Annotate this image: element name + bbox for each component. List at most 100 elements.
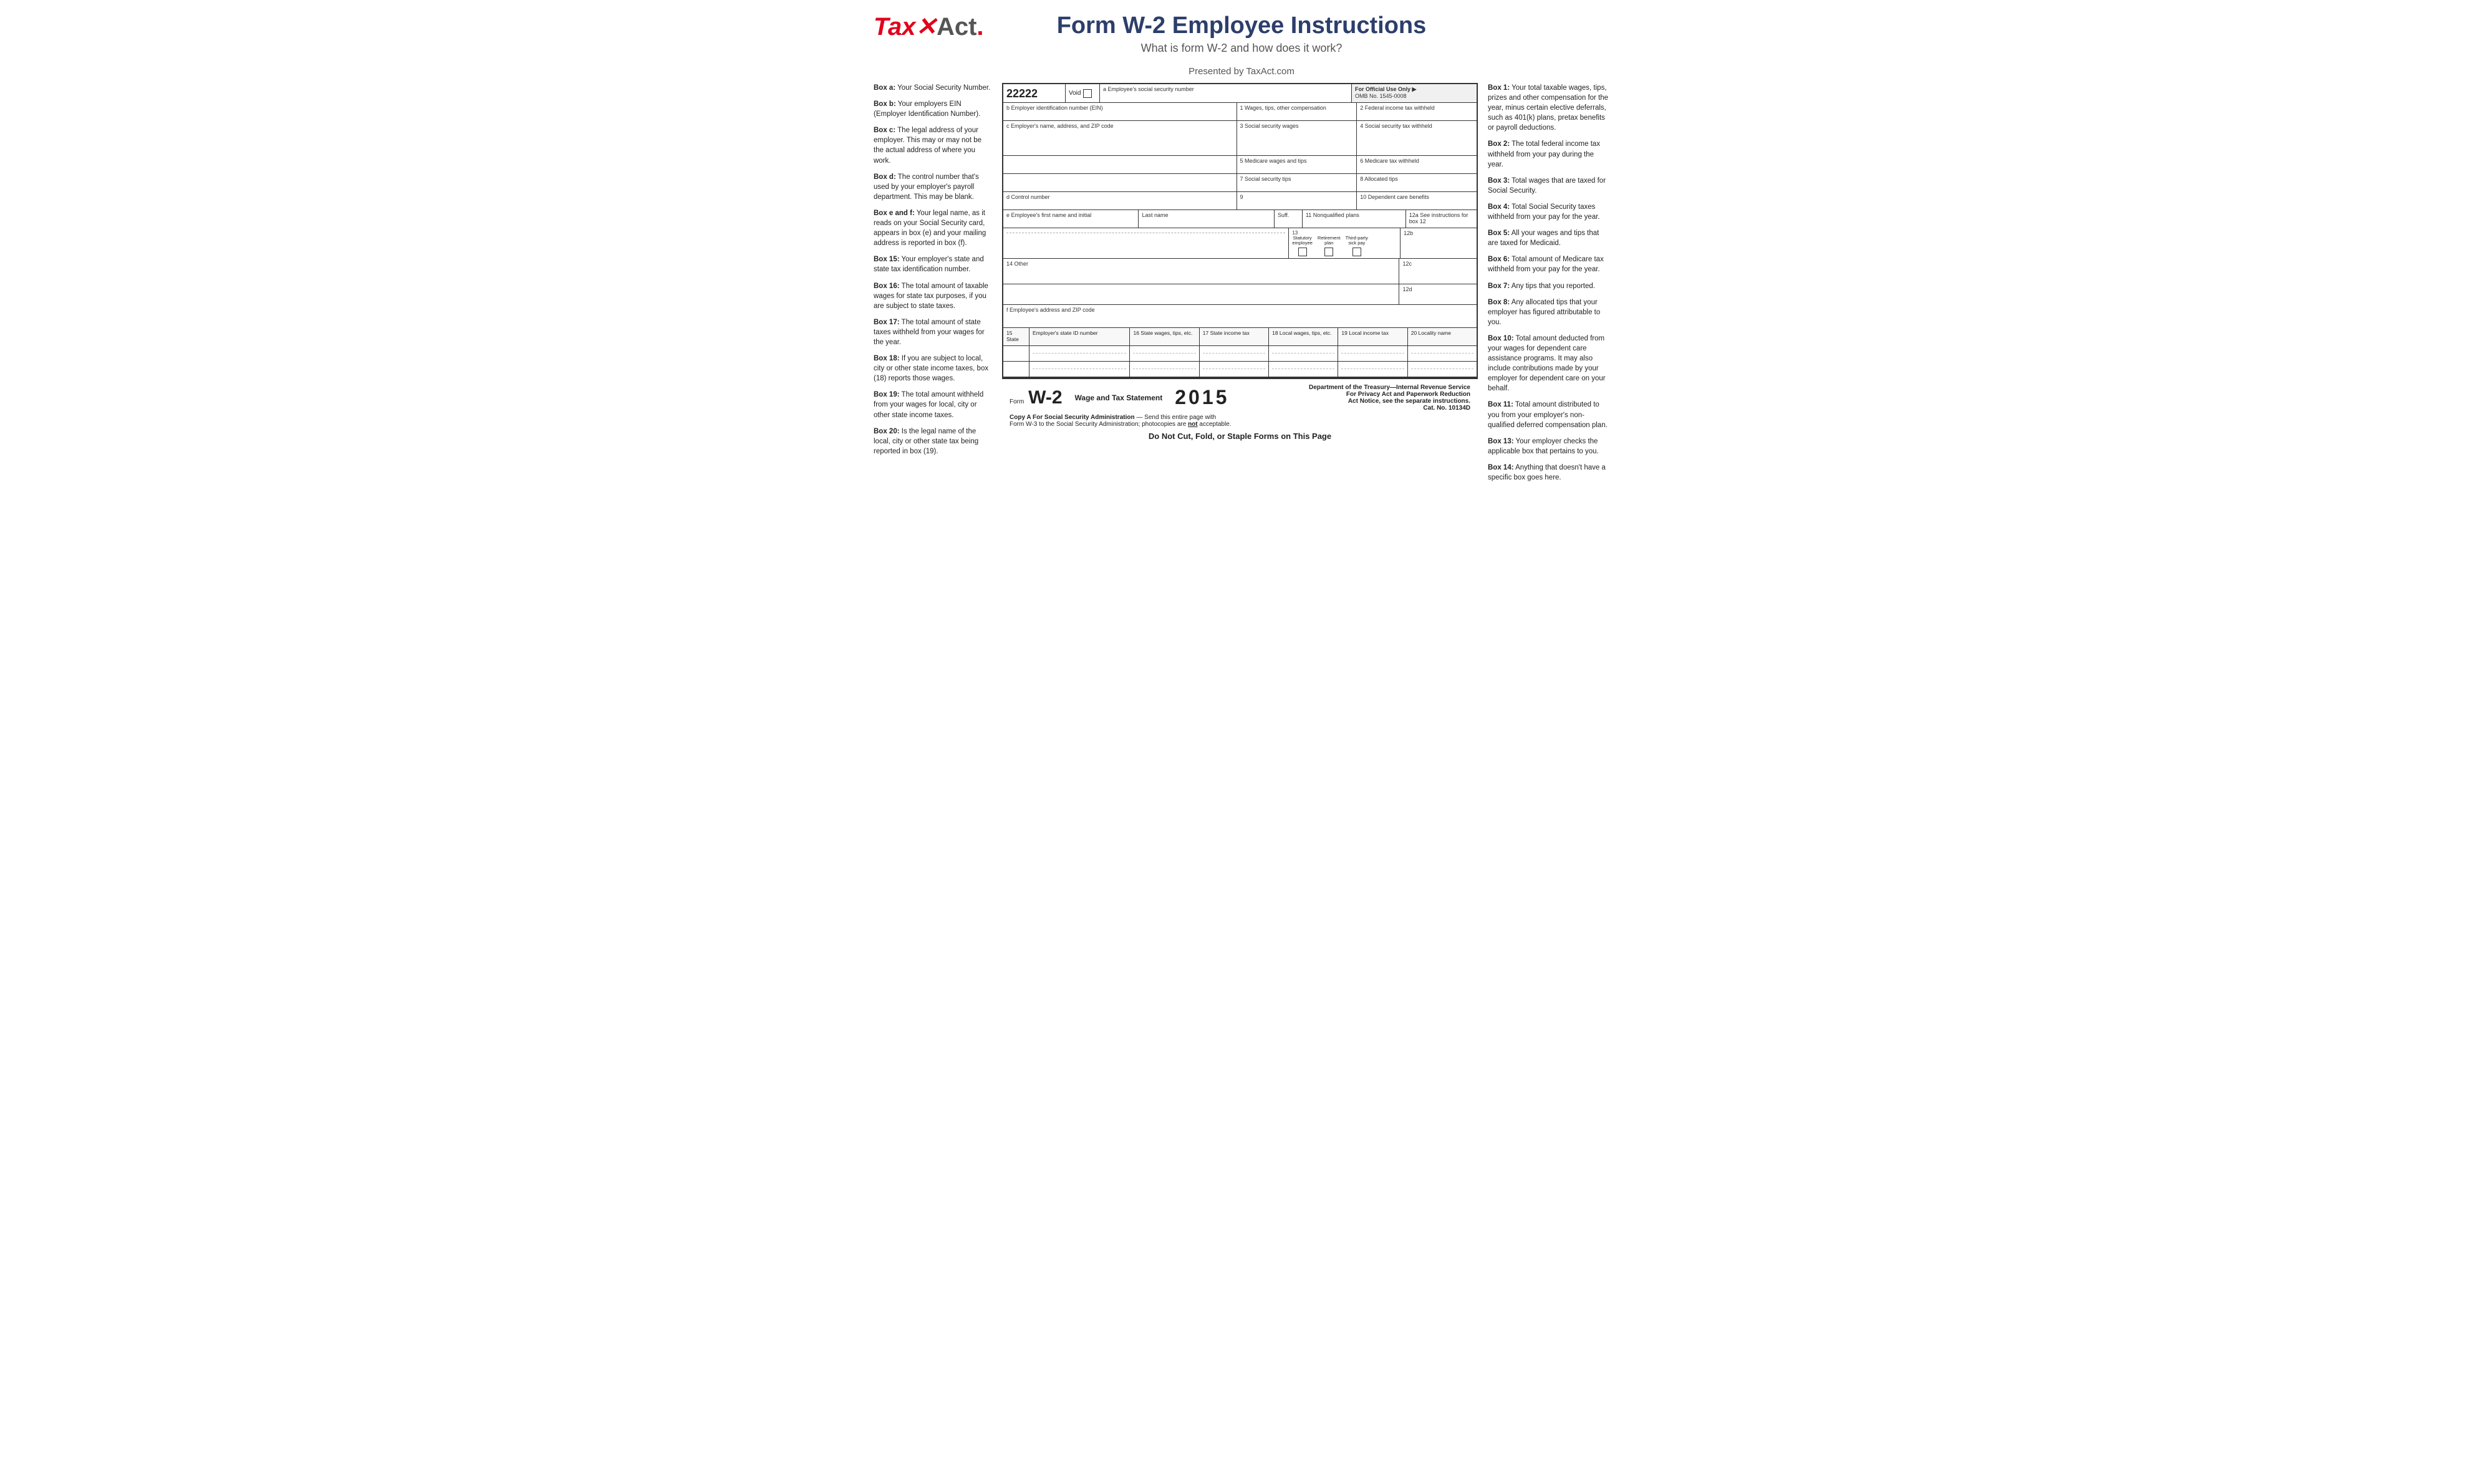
cell-official-use: For Official Use Only ▶ OMB No. 1545-000… xyxy=(1352,84,1477,102)
logo: Tax✕Act. xyxy=(874,12,984,41)
footer-donotcut: Do Not Cut, Fold, or Staple Forms on Thi… xyxy=(1010,431,1470,441)
cell-state-income-val1 xyxy=(1200,346,1269,361)
sidebar-item-box-14: Box 14: Anything that doesn't have a spe… xyxy=(1488,463,1609,483)
cell-state-id: Employer's state ID number xyxy=(1029,328,1130,345)
retirement-checkbox-group: Retirementplan xyxy=(1318,236,1341,256)
official-use-label: For Official Use Only ▶ xyxy=(1355,86,1473,93)
box-20-label: Box 20: xyxy=(874,428,900,435)
cell-employer-name: c Employer's name, address, and ZIP code xyxy=(1003,121,1237,155)
sidebar-item-box-d: Box d: The control number that's used by… xyxy=(874,172,992,202)
sidebar-item-box-a: Box a: Your Social Security Number. xyxy=(874,83,992,93)
cell-state-id-val1 xyxy=(1029,346,1130,361)
cell-local-wages-val2 xyxy=(1269,362,1338,377)
box12c-label: 12c xyxy=(1402,261,1473,267)
sidebar-item-box-5: Box 5: All your wages and tips that are … xyxy=(1488,228,1609,248)
sidebar-item-box-2: Box 2: The total federal income tax with… xyxy=(1488,139,1609,169)
form-row-10: 12d xyxy=(1003,284,1477,305)
cell-state-wages: 16 State wages, tips, etc. xyxy=(1130,328,1199,345)
dep-care-label: 10 Dependent care benefits xyxy=(1360,194,1473,200)
cell-state-income-val2 xyxy=(1200,362,1269,377)
footer-copy-label: Copy A For Social Security Administratio… xyxy=(1010,414,1135,421)
footer-w2-label: W-2 xyxy=(1028,387,1062,408)
cell-local-income-val1 xyxy=(1338,346,1407,361)
box9-label: 9 xyxy=(1240,194,1354,200)
logo-x-icon: ✕ xyxy=(915,12,937,41)
void-label: Void xyxy=(1069,90,1081,97)
box-6-label: Box 6: xyxy=(1488,256,1510,263)
emp-firstname-label: e Employee's first name and initial xyxy=(1006,212,1135,218)
form-row-state-data-2 xyxy=(1003,362,1477,377)
box-7-label: Box 7: xyxy=(1488,282,1510,290)
cell-12c: 12c xyxy=(1399,259,1477,284)
footer-copy-line2-end: acceptable. xyxy=(1199,421,1231,428)
footer-dept: Department of the Treasury—Internal Reve… xyxy=(1309,384,1470,391)
cell-wages: 1 Wages, tips, other compensation xyxy=(1237,103,1357,120)
void-checkbox[interactable] xyxy=(1083,89,1092,98)
sidebar-item-box-20: Box 20: Is the legal name of the local, … xyxy=(874,426,992,456)
checkboxes-group: Statutoryemployee Retirementplan Third-p… xyxy=(1292,236,1397,256)
page-header: Tax✕Act. Form W-2 Employee Instructions … xyxy=(874,12,1609,55)
form-row-11: f Employee's address and ZIP code xyxy=(1003,305,1477,328)
emp-lastname-label: Last name xyxy=(1142,212,1270,218)
footer-right: Department of the Treasury—Internal Reve… xyxy=(1309,384,1470,412)
box-1-label: Box 1: xyxy=(1488,84,1510,92)
cell-void: Void xyxy=(1066,84,1100,102)
cell-locality-val1 xyxy=(1408,346,1477,361)
footer-copy-text: — Send this entire page with xyxy=(1136,414,1216,421)
cell-emp-lastname: Last name xyxy=(1139,210,1274,228)
box-15-label: Box 15: xyxy=(874,256,900,263)
cell-state-id-val2 xyxy=(1029,362,1130,377)
footer-not: not xyxy=(1188,421,1198,428)
ein-label: b Employer identification number (EIN) xyxy=(1006,105,1233,111)
box-ef-label: Box e and f: xyxy=(874,210,915,217)
ssn-label: a Employee's social security number xyxy=(1103,86,1348,92)
logo-tax: Tax xyxy=(874,13,915,41)
box-7-text: Any tips that you reported. xyxy=(1511,282,1595,290)
sidebar-item-box-13: Box 13: Your employer checks the applica… xyxy=(1488,436,1609,456)
cell-state-wages-val1 xyxy=(1130,346,1199,361)
cell-locality: 20 Locality name xyxy=(1408,328,1477,345)
thirdparty-checkbox-group: Third-partysick pay xyxy=(1346,236,1368,256)
box-d-label: Box d: xyxy=(874,173,896,181)
box-8-label: Box 8: xyxy=(1488,299,1510,306)
box14-label: 14 Other xyxy=(1006,261,1396,267)
state-id-label: Employer's state ID number xyxy=(1033,330,1098,336)
footer-act-notice: Act Notice, see the separate instruction… xyxy=(1309,398,1470,405)
box12d-label: 12d xyxy=(1402,286,1473,292)
box-2-label: Box 2: xyxy=(1488,140,1510,148)
sidebar-item-box-8: Box 8: Any allocated tips that your empl… xyxy=(1488,297,1609,327)
omb-label: OMB No. 1545-0008 xyxy=(1355,93,1473,99)
box-13-label: Box 13: xyxy=(1488,438,1514,445)
footer-year: 2015 xyxy=(1175,386,1229,409)
box-11-label: Box 11: xyxy=(1488,401,1513,408)
box-a-label: Box a: xyxy=(874,84,895,92)
w2-brand-block: Form W-2 xyxy=(1010,387,1063,408)
box-5-label: Box 5: xyxy=(1488,229,1510,237)
cell-suff: Suff. xyxy=(1275,210,1303,228)
cell-15-state-val2 xyxy=(1003,362,1029,377)
cell-nonqual: 11 Nonqualified plans xyxy=(1303,210,1406,228)
ss-tax-label: 4 Social security tax withheld xyxy=(1360,123,1473,129)
form-row-3: c Employer's name, address, and ZIP code… xyxy=(1003,121,1477,156)
retirement-checkbox[interactable] xyxy=(1324,248,1333,256)
suff-label: Suff. xyxy=(1278,212,1299,218)
statutory-label: Statutoryemployee xyxy=(1292,236,1313,246)
statutory-checkbox[interactable] xyxy=(1298,248,1307,256)
local-income-label: 19 Local income tax xyxy=(1341,330,1389,336)
form-row-4: 5 Medicare wages and tips 6 Medicare tax… xyxy=(1003,156,1477,174)
form-container: 22222 Void a Employee's social security … xyxy=(1002,83,1478,446)
employer-name-label: c Employer's name, address, and ZIP code xyxy=(1006,123,1233,129)
thirdparty-checkbox[interactable] xyxy=(1352,248,1361,256)
wages-label: 1 Wages, tips, other compensation xyxy=(1240,105,1354,111)
right-sidebar: Box 1: Your total taxable wages, tips, p… xyxy=(1488,83,1609,489)
box-a-text: Your Social Security Number. xyxy=(897,84,990,92)
box-10-text: Total amount deducted from your wages fo… xyxy=(1488,335,1606,392)
cell-15-state: 15 State xyxy=(1003,328,1029,345)
presented-by: Presented by TaxAct.com xyxy=(874,66,1609,77)
cell-ss-tips: 7 Social security tips xyxy=(1237,174,1357,191)
sidebar-item-box-11: Box 11: Total amount distributed to you … xyxy=(1488,400,1609,430)
box12b-label: 12b xyxy=(1404,230,1473,236)
cell-state-wages-val2 xyxy=(1130,362,1199,377)
sidebar-item-box-17: Box 17: The total amount of state taxes … xyxy=(874,317,992,347)
locality-label: 20 Locality name xyxy=(1411,330,1451,336)
